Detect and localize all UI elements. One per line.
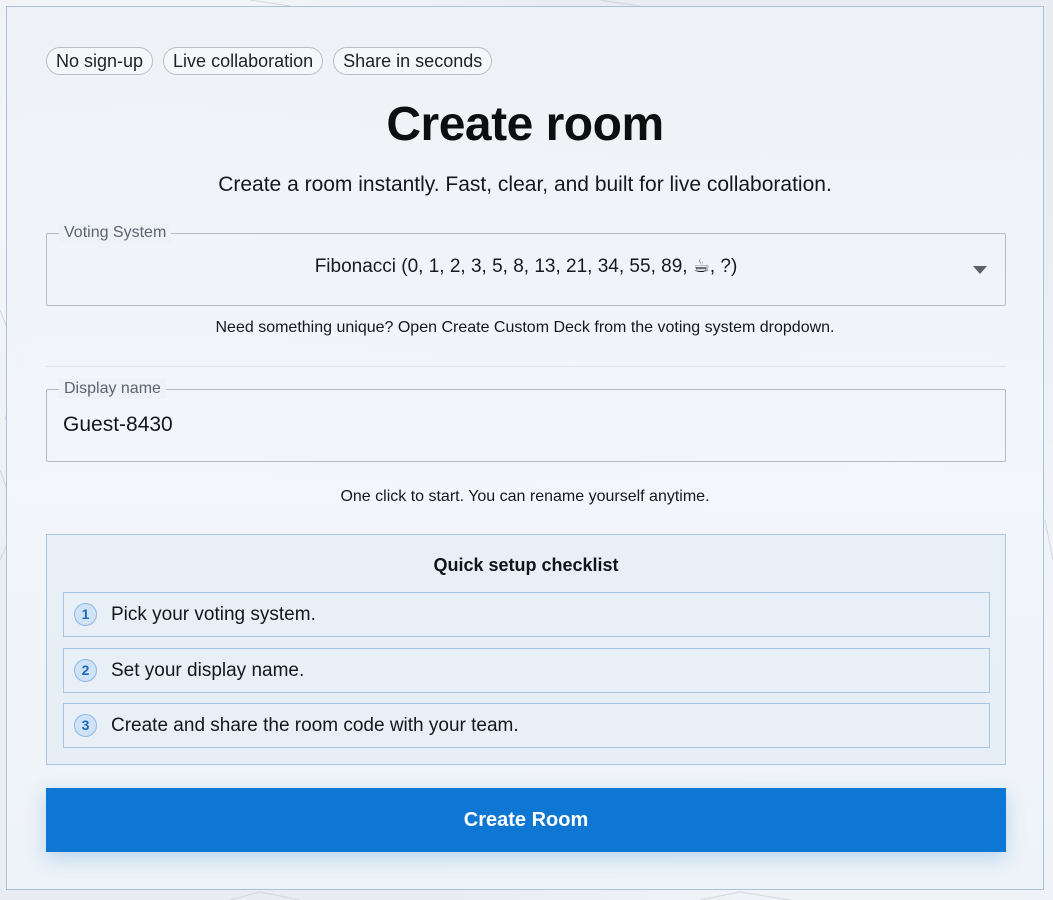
checklist-step: 1 Pick your voting system.: [63, 592, 990, 637]
voting-system-select[interactable]: Voting System Fibonacci (0, 1, 2, 3, 5, …: [46, 223, 1006, 306]
create-room-button[interactable]: Create Room: [46, 788, 1006, 852]
checklist-step: 2 Set your display name.: [63, 648, 990, 693]
step-number-badge: 1: [74, 603, 97, 626]
section-divider: [46, 366, 1006, 367]
voting-system-label: Voting System: [59, 223, 172, 243]
quick-setup-checklist: Quick setup checklist 1 Pick your voting…: [46, 534, 1006, 765]
feature-badges: No sign-up Live collaboration Share in s…: [46, 47, 493, 75]
page-title: Create room: [386, 98, 664, 151]
caret-down-icon[interactable]: [973, 266, 987, 274]
badge-live-collaboration: Live collaboration: [163, 47, 324, 75]
display-name-hint: One click to start. You can rename yours…: [340, 488, 710, 505]
display-name-input[interactable]: [63, 410, 963, 440]
page-subtitle: Create a room instantly. Fast, clear, an…: [218, 173, 832, 196]
step-text: Pick your voting system.: [111, 604, 316, 625]
display-name-label: Display name: [59, 379, 166, 399]
checklist-step: 3 Create and share the room code with yo…: [63, 703, 990, 748]
display-name-field[interactable]: Display name: [46, 379, 1006, 462]
badge-share-in-seconds: Share in seconds: [333, 47, 493, 75]
voting-system-selected-value[interactable]: Fibonacci (0, 1, 2, 3, 5, 8, 13, 21, 34,…: [47, 255, 1005, 278]
badge-no-signup: No sign-up: [46, 47, 154, 75]
step-text: Set your display name.: [111, 660, 305, 681]
step-number-badge: 2: [74, 659, 97, 682]
create-room-card: No sign-up Live collaboration Share in s…: [6, 6, 1044, 890]
voting-system-hint: Need something unique? Open Create Custo…: [215, 319, 835, 336]
checklist-title: Quick setup checklist: [433, 555, 619, 575]
step-number-badge: 3: [74, 714, 97, 737]
step-text: Create and share the room code with your…: [111, 715, 519, 736]
